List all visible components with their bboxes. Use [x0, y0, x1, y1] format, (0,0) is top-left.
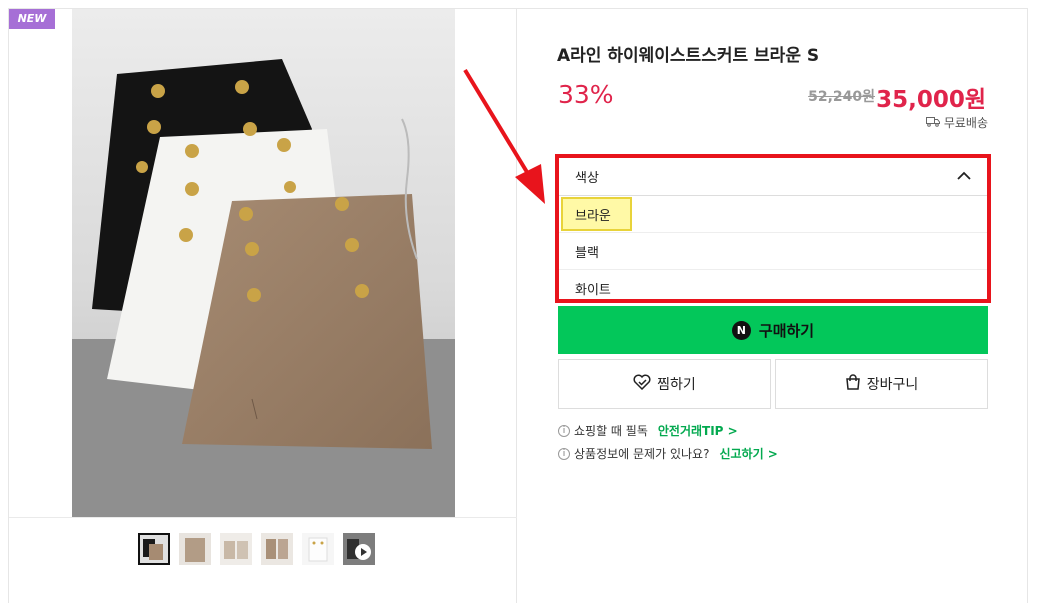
safe-trade-info: i 쇼핑할 때 필독 안전거래TIP > [558, 422, 738, 439]
product-title: A라인 하이웨이스트스커트 브라운 S [557, 46, 820, 66]
heart-check-icon [633, 374, 651, 394]
discount-rate: 33% [558, 80, 614, 109]
truck-icon [925, 116, 940, 130]
wishlist-button[interactable]: 찜하기 [558, 359, 771, 409]
main-product-image[interactable] [72, 9, 455, 517]
annotation-arrow [463, 68, 545, 204]
thumbnail-video[interactable] [343, 533, 375, 565]
safe-trade-text: 쇼핑할 때 필독 [574, 424, 648, 438]
safe-trade-tip-link[interactable]: 안전거래TIP > [658, 422, 738, 439]
option-label: 블랙 [575, 245, 599, 261]
thumbnail-strip [138, 533, 375, 565]
thumbnail-2[interactable] [179, 533, 211, 565]
naver-pay-icon: N [731, 320, 751, 340]
option-black[interactable]: 블랙 [559, 233, 987, 270]
option-brown[interactable]: 브라운 [559, 196, 987, 233]
shipping-label: 무료배송 [943, 116, 988, 130]
sale-price: 35,000원 [876, 87, 986, 113]
color-option-dropdown[interactable]: 색상 브라운 블랙 화이트 [558, 157, 988, 300]
option-label: 화이트 [575, 282, 611, 298]
report-link[interactable]: 신고하기 > [719, 445, 777, 462]
option-label: 브라운 [575, 208, 611, 224]
chevron-up-icon[interactable] [957, 169, 971, 184]
new-badge: NEW [9, 9, 55, 29]
report-text: 상품정보에 문제가 있나요? [574, 447, 710, 461]
wishlist-label: 찜하기 [657, 377, 696, 393]
gallery-divider [9, 517, 517, 518]
dropdown-label: 색상 [575, 171, 599, 186]
shipping-info: 무료배송 [925, 114, 988, 131]
option-white[interactable]: 화이트 [559, 270, 987, 306]
thumbnail-4[interactable] [261, 533, 293, 565]
info-icon: i [558, 424, 570, 437]
buy-label: 구매하기 [758, 321, 815, 340]
thumbnail-1[interactable] [138, 533, 170, 565]
report-info: i 상품정보에 문제가 있나요? 신고하기 > [558, 445, 778, 462]
info-icon: i [558, 447, 570, 460]
buy-button[interactable]: N 구매하기 [558, 306, 988, 354]
cart-label: 장바구니 [866, 377, 919, 393]
add-to-cart-button[interactable]: 장바구니 [775, 359, 988, 409]
thumbnail-3[interactable] [220, 533, 252, 565]
original-price: 52,240원 [808, 89, 875, 105]
thumbnail-5[interactable] [302, 533, 334, 565]
shopping-bag-icon [845, 374, 861, 394]
dropdown-header[interactable]: 색상 [559, 158, 987, 196]
